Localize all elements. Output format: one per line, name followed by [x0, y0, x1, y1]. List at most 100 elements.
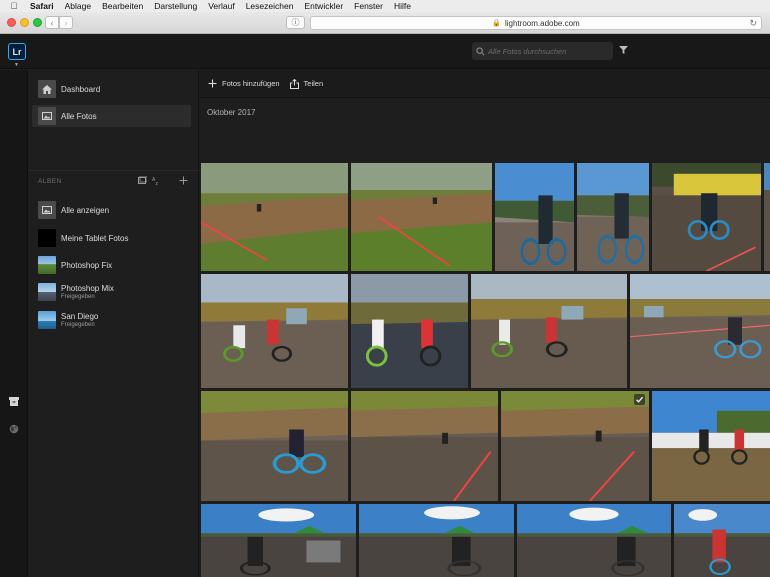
menu-ablage[interactable]: Ablage: [65, 1, 91, 11]
search-input[interactable]: [488, 46, 613, 56]
close-window-button[interactable]: [7, 18, 16, 27]
photo-grid: [200, 128, 770, 577]
menu-darstellung[interactable]: Darstellung: [154, 1, 197, 11]
sidebar-item-meine-tablet-fotos[interactable]: Meine Tablet Fotos: [32, 227, 191, 249]
chevron-right-icon: ›: [64, 17, 68, 28]
photo-thumbnail[interactable]: [201, 504, 356, 577]
sidebar-item-label: San Diego: [61, 312, 99, 321]
filter-icon[interactable]: [619, 46, 628, 54]
sort-az-icon: Az: [152, 177, 159, 185]
archive-icon[interactable]: [8, 395, 20, 407]
photos-icon: [38, 107, 56, 125]
divider: [28, 170, 199, 171]
sidebar-item-dashboard[interactable]: Dashboard: [32, 78, 191, 100]
photo-thumbnail[interactable]: [351, 163, 492, 271]
sort-button[interactable]: Az: [152, 174, 161, 186]
search-box[interactable]: [472, 42, 613, 60]
sidebar-item-san-diego[interactable]: San Diego Freigegeben: [32, 309, 191, 331]
sidebar-item-photoshop-mix[interactable]: Photoshop Mix Freigegeben: [32, 281, 191, 303]
add-album-button[interactable]: [179, 174, 188, 186]
photo-thumbnail[interactable]: [201, 274, 348, 388]
sidebar-item-label: Meine Tablet Fotos: [61, 233, 129, 243]
reload-icon[interactable]: ↻: [749, 18, 757, 29]
photo-thumbnail[interactable]: [351, 274, 468, 388]
zoom-window-button[interactable]: [33, 18, 42, 27]
action-bar: Fotos hinzufügen Teilen: [200, 70, 770, 98]
menu-bearbeiten[interactable]: Bearbeiten: [102, 1, 143, 11]
lightroom-logo[interactable]: Lr: [8, 43, 26, 60]
album-thumbnail: [38, 283, 56, 301]
browser-toolbar: ‹ › ⓘ 🔒 lightroom.adobe.com ↻: [0, 12, 770, 34]
app-header: Lr ▼: [0, 34, 770, 69]
lightroom-app: Lr ▼ Dashboard: [0, 34, 770, 577]
menu-safari[interactable]: Safari: [30, 1, 54, 11]
chevron-left-icon: ‹: [50, 17, 54, 28]
photo-thumbnail[interactable]: [201, 391, 348, 501]
photo-thumbnail[interactable]: [764, 163, 770, 271]
info-icon: ⓘ: [291, 18, 300, 27]
albums-heading: ALBEN: [38, 178, 62, 185]
page-info-button[interactable]: ⓘ: [286, 16, 305, 29]
share-button[interactable]: Teilen: [289, 78, 324, 89]
svg-text:z: z: [156, 181, 159, 185]
sidebar-item-label: Photoshop Fix: [61, 260, 113, 270]
photo-thumbnail[interactable]: [517, 504, 671, 577]
caret-down-icon[interactable]: ▼: [14, 62, 19, 68]
sidebar-item-alle-anzeigen[interactable]: Alle anzeigen: [32, 199, 191, 221]
shared-label: Freigegeben: [61, 322, 95, 328]
sidebar-item-label: Alle anzeigen: [61, 205, 110, 215]
minimize-window-button[interactable]: [20, 18, 29, 27]
menu-hilfe[interactable]: Hilfe: [394, 1, 411, 11]
globe-icon[interactable]: [8, 423, 20, 435]
photo-thumbnail[interactable]: [674, 504, 770, 577]
photos-icon: [38, 201, 56, 219]
sidebar-item-label: Dashboard: [61, 84, 101, 94]
plus-icon: [208, 79, 217, 88]
photo-thumbnail[interactable]: [495, 163, 574, 271]
menu-lesezeichen[interactable]: Lesezeichen: [246, 1, 294, 11]
lock-icon: 🔒: [492, 20, 501, 27]
url-text: lightroom.adobe.com: [505, 18, 580, 28]
sidebar: Dashboard Alle Fotos ALBEN Az Alle anzei…: [28, 70, 199, 577]
date-heading: Oktober 2017: [207, 108, 256, 117]
selected-check-icon[interactable]: [634, 394, 645, 405]
album-view-button[interactable]: [138, 174, 147, 186]
share-label: Teilen: [303, 79, 324, 88]
sidebar-item-all-photos[interactable]: Alle Fotos: [32, 105, 191, 127]
main-content: Fotos hinzufügen Teilen Oktober 2017: [200, 70, 770, 577]
plus-icon: [179, 176, 188, 184]
sidebar-item-label: Alle Fotos: [61, 111, 97, 121]
apple-icon[interactable]: : [8, 1, 20, 11]
add-photos-label: Fotos hinzufügen: [222, 79, 280, 88]
back-button[interactable]: ‹: [45, 16, 59, 29]
search-icon: [476, 46, 485, 55]
album-icon: [138, 176, 147, 184]
sidebar-item-photoshop-fix[interactable]: Photoshop Fix: [32, 254, 191, 276]
add-photos-button[interactable]: Fotos hinzufügen: [208, 79, 280, 88]
screen:  Safari Ablage Bearbeiten Darstellung V…: [0, 0, 770, 577]
album-thumbnail: [38, 256, 56, 274]
album-thumbnail: [38, 229, 56, 247]
forward-button[interactable]: ›: [59, 16, 73, 29]
photo-thumbnail[interactable]: [577, 163, 649, 271]
share-icon: [289, 78, 299, 89]
shared-label: Freigegeben: [61, 294, 95, 300]
menu-fenster[interactable]: Fenster: [354, 1, 383, 11]
album-thumbnail: [38, 311, 56, 329]
photo-thumbnail[interactable]: [630, 274, 770, 388]
left-rail: [0, 70, 28, 577]
photo-thumbnail[interactable]: [359, 504, 514, 577]
address-bar[interactable]: 🔒 lightroom.adobe.com ↻: [310, 16, 762, 30]
photo-thumbnail[interactable]: [351, 391, 498, 501]
photo-thumbnail[interactable]: [652, 391, 770, 501]
photo-thumbnail[interactable]: [201, 163, 348, 271]
logo-text: Lr: [12, 46, 22, 57]
photo-thumbnail[interactable]: [501, 391, 649, 501]
sidebar-item-label: Photoshop Mix: [61, 284, 114, 293]
home-icon: [38, 80, 56, 98]
photo-thumbnail[interactable]: [652, 163, 761, 271]
menu-entwickler[interactable]: Entwickler: [304, 1, 343, 11]
menu-verlauf[interactable]: Verlauf: [208, 1, 234, 11]
photo-thumbnail[interactable]: [471, 274, 627, 388]
macos-menu-bar:  Safari Ablage Bearbeiten Darstellung V…: [0, 0, 770, 12]
